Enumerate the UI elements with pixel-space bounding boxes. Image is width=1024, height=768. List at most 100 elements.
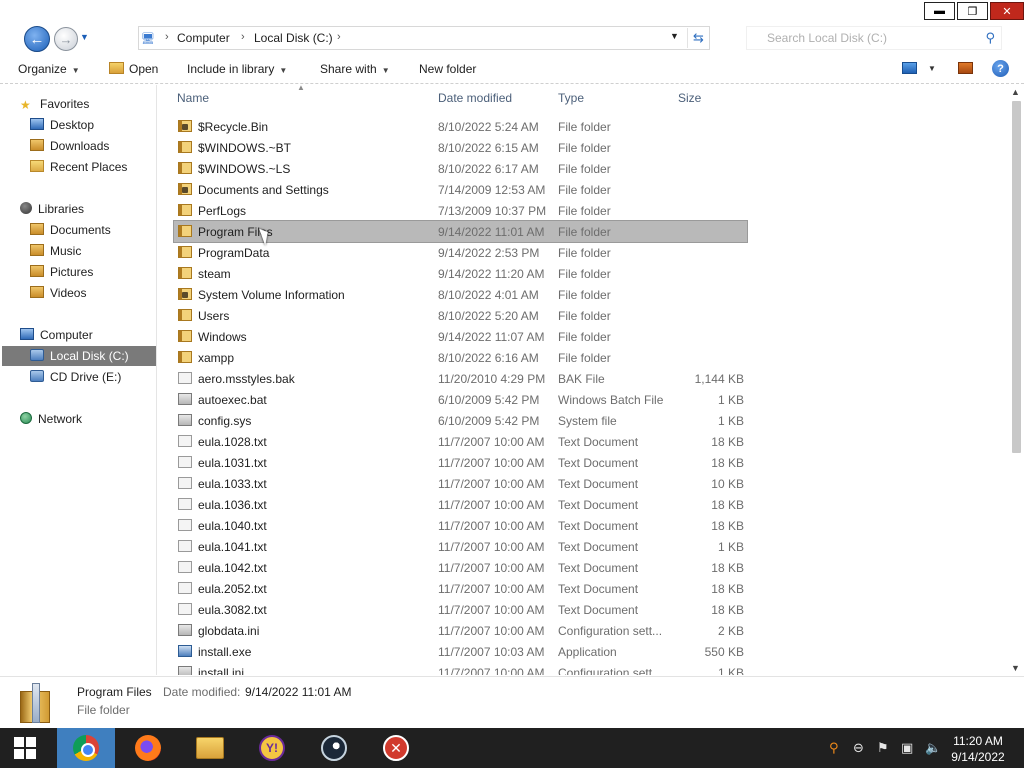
search-input[interactable] [767,28,987,48]
nav-item-pictures[interactable]: Pictures [30,262,150,282]
file-row[interactable]: $WINDOWS.~LS 8/10/2022 6:17 AM File folder [174,158,747,179]
file-row[interactable]: Documents and Settings 7/14/2009 12:53 AM… [174,179,747,200]
file-row[interactable]: PerfLogs 7/13/2009 10:37 PM File folder [174,200,747,221]
address-bar[interactable]: 🖥 › Computer › Local Disk (C:) › ▼ ⇆ [138,26,710,50]
recent-pages-dropdown-icon[interactable]: ▼ [80,32,89,42]
breadcrumb-separator-icon[interactable]: › [241,31,245,43]
file-name: $Recycle.Bin [198,120,269,134]
new-folder-button[interactable]: New folder [419,62,476,76]
file-row[interactable]: globdata.ini 11/7/2007 10:00 AM Configurat… [174,620,747,641]
file-name: install.exe [198,645,252,659]
file-row[interactable]: install.ini 11/7/2007 10:00 AM Configurati… [174,662,747,675]
nav-item-music[interactable]: Music [30,241,150,261]
scrollbar-thumb[interactable] [1012,101,1021,453]
vertical-scrollbar[interactable]: ▲ ▼ [1009,85,1024,675]
help-icon[interactable]: ? [992,60,1009,77]
file-date-modified: 11/7/2007 10:00 AM [438,435,545,449]
nav-item-label: Recent Places [50,160,128,174]
volume-tray-icon[interactable]: 🔈 [925,740,941,756]
file-type: File folder [558,225,611,239]
taskbar-app-error[interactable]: ✕ [367,728,425,768]
nav-libraries[interactable]: Libraries [20,202,84,216]
file-name: xampp [198,351,235,365]
file-row[interactable]: eula.1028.txt 11/7/2007 10:00 AM Text Docu… [174,431,747,452]
file-row[interactable]: System Volume Information 8/10/2022 4:01 … [174,284,747,305]
file-row[interactable]: aero.msstyles.bak 11/20/2010 4:29 PM BAK F… [174,368,747,389]
nav-favorites[interactable]: ★ Favorites [20,97,89,112]
search-tray-icon[interactable]: ⚲ [829,740,839,756]
forward-button[interactable]: → [54,27,78,51]
file-row[interactable]: eula.1041.txt 11/7/2007 10:00 AM Text Docu… [174,536,747,557]
address-dropdown-icon[interactable]: ▼ [670,31,679,41]
breadcrumb-separator-icon[interactable]: › [337,31,341,43]
nav-item-downloads[interactable]: Downloads [30,136,150,156]
file-row[interactable]: $Recycle.Bin 8/10/2022 5:24 AM File folder [174,116,747,137]
network-icon [20,412,32,424]
column-header-type[interactable]: Type [558,91,584,105]
clock-date: 9/14/2022 [951,750,1005,764]
taskbar-app-chrome[interactable] [57,728,115,768]
share-with-button[interactable]: Share with ▼ [320,62,390,76]
file-row[interactable]: xampp 8/10/2022 6:16 AM File folder [174,347,747,368]
file-row[interactable]: Users 8/10/2022 5:20 AM File folder [174,305,747,326]
file-size: 550 KB [704,645,744,659]
file-row[interactable]: eula.3082.txt 11/7/2007 10:00 AM Text Docu… [174,599,747,620]
change-view-icon[interactable] [902,62,917,74]
restore-button[interactable]: ❐ [957,2,988,20]
column-header-name[interactable]: Name [177,91,209,105]
preview-pane-icon[interactable] [958,62,973,74]
network-tray-icon[interactable]: ▣ [901,740,913,756]
nav-item-videos[interactable]: Videos [30,283,150,303]
close-button[interactable]: ✕ [990,2,1024,20]
search-box[interactable]: ⚲ [746,26,1002,50]
breadcrumb-computer[interactable]: Computer [177,31,230,45]
nav-network[interactable]: Network [20,412,82,426]
file-row[interactable]: eula.1042.txt 11/7/2007 10:00 AM Text Docu… [174,557,747,578]
flag-tray-icon[interactable]: ⚑ [877,740,889,756]
refresh-icon[interactable]: ⇆ [687,28,709,48]
chevron-down-icon[interactable]: ▼ [928,64,936,73]
file-type: File folder [558,204,611,218]
nav-item-desktop[interactable]: Desktop [30,115,150,135]
nav-item-recent-places[interactable]: Recent Places [30,157,150,177]
taskbar-app-explorer[interactable] [181,728,239,768]
nav-item-cd-drive[interactable]: CD Drive (E:) [30,367,150,387]
column-header-size[interactable]: Size [678,91,701,105]
file-row[interactable]: ProgramData 9/14/2022 2:53 PM File folder [174,242,747,263]
column-header-date[interactable]: Date modified [438,91,512,105]
file-row[interactable]: Windows 9/14/2022 11:07 AM File folder [174,326,747,347]
back-button[interactable]: ← [24,26,50,52]
nav-computer[interactable]: Computer [20,328,93,342]
taskbar-app-yahoo[interactable]: Y! [243,728,301,768]
file-size: 1,144 KB [694,372,744,386]
file-row[interactable]: eula.1033.txt 11/7/2007 10:00 AM Text Docu… [174,473,747,494]
nav-item-documents[interactable]: Documents [30,220,150,240]
file-row[interactable]: autoexec.bat 6/10/2009 5:42 PM Windows Bat… [174,389,747,410]
file-row[interactable]: steam 9/14/2022 11:20 AM File folder [174,263,747,284]
scroll-up-icon[interactable]: ▲ [1011,87,1020,97]
chevron-down-icon: ▼ [381,66,390,75]
minus-circle-tray-icon[interactable]: ⊖ [853,740,864,756]
file-row[interactable]: $WINDOWS.~BT 8/10/2022 6:15 AM File folder [174,137,747,158]
file-row[interactable]: eula.1031.txt 11/7/2007 10:00 AM Text Docu… [174,452,747,473]
taskbar-clock[interactable]: 11:20 AM 9/14/2022 [945,733,1011,765]
minimize-button[interactable]: ▬ [924,2,955,20]
file-row[interactable]: eula.2052.txt 11/7/2007 10:00 AM Text Docu… [174,578,747,599]
search-icon[interactable]: ⚲ [985,30,995,46]
scroll-down-icon[interactable]: ▼ [1011,663,1020,673]
breadcrumb-separator-icon[interactable]: › [165,31,169,43]
organize-button[interactable]: Organize ▼ [18,62,80,76]
start-button[interactable] [14,737,36,759]
file-date-modified: 6/10/2009 5:42 PM [438,393,540,407]
clock-time: 11:20 AM [953,734,1003,748]
nav-item-local-disk[interactable]: Local Disk (C:) [2,346,156,366]
taskbar-app-firefox[interactable] [119,728,177,768]
file-row[interactable]: config.sys 6/10/2009 5:42 PM System file 1 … [174,410,747,431]
file-row[interactable]: install.exe 11/7/2007 10:03 AM Application… [174,641,747,662]
include-in-library-button[interactable]: Include in library ▼ [187,62,287,76]
file-row[interactable]: eula.1036.txt 11/7/2007 10:00 AM Text Docu… [174,494,747,515]
taskbar-app-steam[interactable] [305,728,363,768]
open-button[interactable]: Open [109,62,158,76]
file-row[interactable]: eula.1040.txt 11/7/2007 10:00 AM Text Docu… [174,515,747,536]
breadcrumb-local-disk[interactable]: Local Disk (C:) [254,31,333,45]
